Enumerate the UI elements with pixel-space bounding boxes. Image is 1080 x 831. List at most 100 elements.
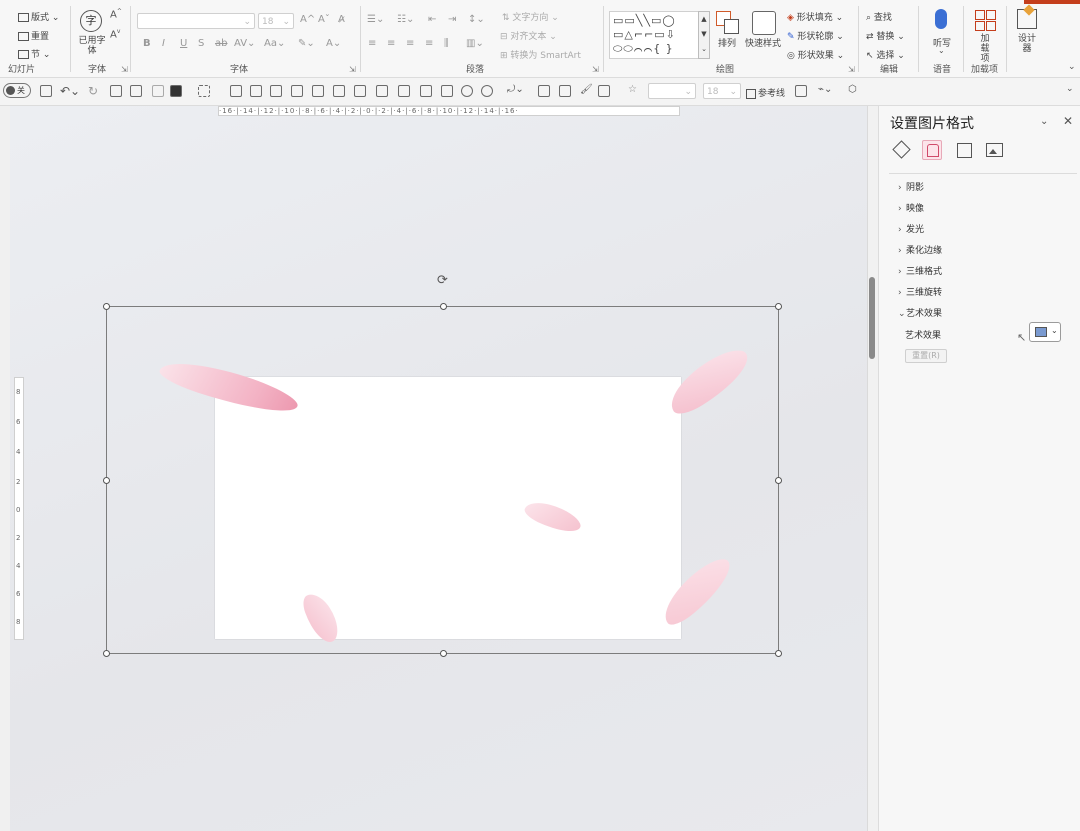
tool-icon-2[interactable] <box>130 85 142 97</box>
align-icon-1[interactable] <box>230 85 242 97</box>
shape-fill-button[interactable]: ◈ 形状填充 ⌄ <box>787 10 843 23</box>
align-icon-5[interactable] <box>312 85 324 97</box>
numbering-icon[interactable]: ☷⌄ <box>397 14 414 25</box>
font-expander-icon[interactable]: ⇲ <box>121 65 128 74</box>
save-icon[interactable] <box>40 85 52 97</box>
char-spacing-icon[interactable]: AV⌄ <box>234 38 255 49</box>
change-case-icon[interactable]: Aa⌄ <box>264 38 285 49</box>
addins-label[interactable]: 加载项 <box>977 34 993 64</box>
font-color-icon[interactable]: A⌄ <box>326 38 341 49</box>
fill-color-icon[interactable] <box>170 85 182 97</box>
quick-styles-icon[interactable] <box>752 11 776 35</box>
section-soft-edges[interactable]: › 柔化边缘 <box>898 243 942 256</box>
increase-font-icon[interactable]: A^ <box>300 14 315 25</box>
addins-icon[interactable] <box>975 10 996 31</box>
crop-icon-2[interactable] <box>559 85 571 97</box>
arrange-label[interactable]: 排列 <box>718 36 736 49</box>
section-artistic-effects[interactable]: ⌄艺术效果 <box>898 306 942 319</box>
qat-font-dropdown[interactable]: ⌄ <box>648 83 696 99</box>
used-fonts-icon[interactable]: 字 <box>80 10 102 32</box>
align-center-icon[interactable]: ≡ <box>387 38 395 49</box>
strikethrough-icon[interactable]: ab <box>215 38 227 49</box>
fill-line-tab-icon[interactable] <box>892 140 912 160</box>
distributed-icon[interactable]: ⫼ <box>444 38 449 49</box>
tool-icon-b[interactable]: ⌁⌄ <box>818 84 832 95</box>
toggle-switch[interactable]: 关 <box>3 83 31 98</box>
align-icon-3[interactable] <box>270 85 282 97</box>
align-right-icon[interactable]: ≡ <box>406 38 414 49</box>
select-button[interactable]: ↖ 选择 ⌄ <box>866 48 905 61</box>
clear-format-icon[interactable]: A̷ <box>338 14 345 25</box>
section-3d-format[interactable]: › 三维格式 <box>898 264 942 277</box>
rotate-icon[interactable]: ⤾⌄ <box>507 84 524 95</box>
italic-icon[interactable]: I <box>162 38 165 49</box>
resize-handle-sw[interactable] <box>103 650 110 657</box>
convert-smartart-button[interactable]: ⊞ 转换为 SmartArt <box>500 48 581 61</box>
bullets-icon[interactable]: ☰⌄ <box>367 14 384 25</box>
artistic-effects-dropdown[interactable]: ⌄ <box>1029 322 1061 342</box>
resize-handle-n[interactable] <box>440 303 447 310</box>
scrollbar-thumb[interactable] <box>869 277 875 359</box>
replace-button[interactable]: ⇄ 替换 ⌄ <box>866 29 905 42</box>
highlight-icon[interactable]: ✎⌄ <box>298 38 315 49</box>
ungroup-icon[interactable] <box>441 85 453 97</box>
resize-handle-nw[interactable] <box>103 303 110 310</box>
picture-tool-icon[interactable] <box>598 85 610 97</box>
shape-effects-button[interactable]: ◎ 形状效果 ⌄ <box>787 48 844 61</box>
tool-icon-a[interactable] <box>795 85 807 97</box>
font-name-dropdown[interactable]: ⌄ <box>137 13 255 29</box>
format-painter-icon[interactable]: 🖌 <box>580 84 593 95</box>
designer-label[interactable]: 设计器 <box>1017 34 1037 54</box>
align-icon-6[interactable] <box>333 85 345 97</box>
layout-button[interactable]: 版式 ⌄ <box>18 10 59 23</box>
align-text-button[interactable]: ⊟ 对齐文本 ⌄ <box>500 29 557 42</box>
arrange-icon[interactable] <box>716 11 739 34</box>
microphone-icon[interactable] <box>935 9 947 29</box>
pane-options-chevron-icon[interactable]: ⌄ <box>1040 116 1048 127</box>
select-area-icon[interactable] <box>198 85 210 97</box>
align-icon-4[interactable] <box>291 85 303 97</box>
qat-size-dropdown[interactable]: 18 ⌄ <box>703 83 741 99</box>
section-reflection[interactable]: › 映像 <box>898 201 924 214</box>
section-shadow[interactable]: › 阴影 <box>898 180 924 193</box>
decrease-indent-icon[interactable]: ⇤ <box>428 14 436 25</box>
designer-icon[interactable] <box>1017 4 1037 29</box>
decrease-font-icon[interactable]: Aˇ <box>318 14 330 25</box>
resize-handle-e[interactable] <box>775 477 782 484</box>
section-3d-rotation[interactable]: › 三维旋转 <box>898 285 942 298</box>
redo-icon[interactable]: ↻ <box>88 84 98 98</box>
shape-outline-button[interactable]: ✎ 形状轮廓 ⌄ <box>787 29 844 42</box>
close-icon[interactable]: ✕ <box>1063 114 1073 128</box>
line-spacing-icon[interactable]: ↕⌄ <box>468 14 485 25</box>
shape-union-icon[interactable] <box>481 85 493 97</box>
find-button[interactable]: ⌕ 查找 <box>866 10 892 23</box>
resize-handle-se[interactable] <box>775 650 782 657</box>
shadow-text-icon[interactable]: S <box>198 38 204 49</box>
shapes-scroll[interactable]: ▲ ▼ ⌄ <box>698 11 710 59</box>
section-glow[interactable]: › 发光 <box>898 222 924 235</box>
columns-icon[interactable]: ▥⌄ <box>466 38 484 49</box>
picture-selection-box[interactable] <box>103 303 782 657</box>
dictate-chevron-icon[interactable]: ⌄ <box>938 46 945 55</box>
bold-icon[interactable]: B <box>143 38 151 49</box>
align-left-icon[interactable]: ≡ <box>368 38 376 49</box>
distribute-icon-2[interactable] <box>398 85 410 97</box>
align-icon-7[interactable] <box>354 85 366 97</box>
resize-handle-s[interactable] <box>440 650 447 657</box>
star-icon[interactable]: ☆ <box>628 84 637 95</box>
tool-icon-3[interactable] <box>152 85 164 97</box>
resize-handle-w[interactable] <box>103 477 110 484</box>
font-group-expander-icon[interactable]: ⇲ <box>349 65 356 74</box>
crop-icon[interactable] <box>538 85 550 97</box>
effects-tab-icon[interactable] <box>922 140 942 160</box>
shapes-gallery[interactable]: ▭▭╲╲▭◯ ▭△⌐⌐▭⇩ ⬭⬭⌒⌒{ } <box>609 11 699 59</box>
undo-icon[interactable]: ↶⌄ <box>60 84 80 98</box>
size-properties-tab-icon[interactable] <box>954 140 974 160</box>
distribute-icon-1[interactable] <box>376 85 388 97</box>
grow-font-icon[interactable]: A^ <box>110 8 122 20</box>
tool-icon-1[interactable] <box>110 85 122 97</box>
quick-styles-label[interactable]: 快速样式 <box>745 36 781 49</box>
rotate-handle-icon[interactable]: ⟳ <box>437 274 451 288</box>
qat-more-icon[interactable]: ⌄ <box>1066 84 1074 94</box>
group-icon[interactable] <box>420 85 432 97</box>
